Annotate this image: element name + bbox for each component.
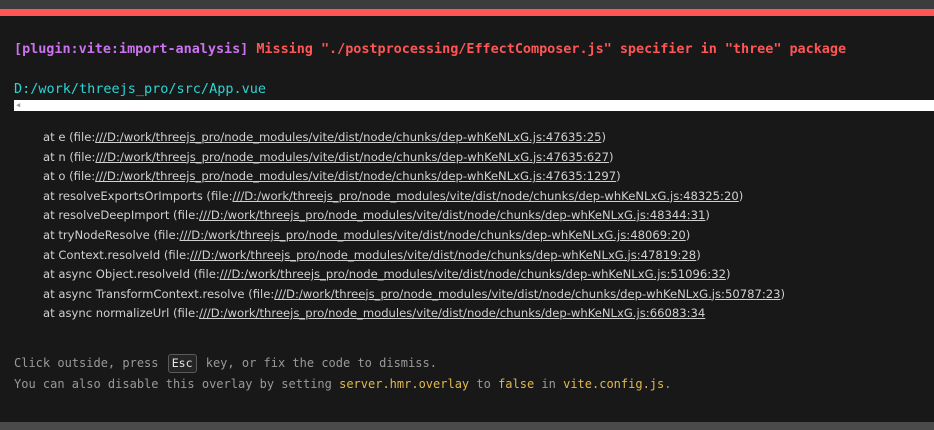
stack-frame-prefix: at n (file: — [43, 149, 96, 164]
error-message: [plugin:vite:import-analysis] Missing ".… — [14, 41, 846, 57]
stack-frame-prefix: at async normalizeUrl (file: — [43, 306, 200, 321]
stack-frame: at async normalizeUrl (file:///D:/work/t… — [43, 304, 785, 324]
stack-frame: at Context.resolveId (file:///D:/work/th… — [43, 246, 785, 266]
stack-frame-suffix: ) — [601, 130, 606, 144]
error-overlay-window: [plugin:vite:import-analysis] Missing ".… — [0, 0, 934, 422]
config-file-code: vite.config.js — [563, 377, 665, 391]
stack-frame-prefix: at o (file: — [43, 169, 96, 184]
config-value-code: false — [498, 377, 535, 391]
error-message-text: Missing "./postprocessing/EffectComposer… — [256, 41, 847, 57]
stack-frame-suffix: ) — [685, 227, 691, 242]
stack-frame-prefix: at Context.resolveId (file: — [43, 247, 190, 262]
config-key-code: server.hmr.overlay — [339, 377, 470, 391]
tip-text: in — [534, 377, 564, 391]
stack-frame: at resolveDeepImport (file:///D:/work/th… — [43, 206, 785, 226]
stack-frame-prefix: at tryNodeResolve (file: — [43, 227, 180, 242]
stack-frame-suffix: ) — [780, 286, 786, 301]
tip-text: to — [469, 377, 499, 391]
stack-frame-link[interactable]: ///D:/work/threejs_pro/node_modules/vite… — [220, 267, 726, 281]
dismiss-tip: Click outside, press Esc key, or fix the… — [14, 354, 437, 373]
error-plugin: [plugin:vite:import-analysis] — [14, 41, 249, 57]
caret-left-icon[interactable]: ◀ — [16, 100, 20, 111]
overlay-bottom-bar — [0, 422, 934, 430]
stack-trace: at e (file:///D:/work/threejs_pro/node_m… — [43, 128, 785, 324]
stack-frame-suffix: ) — [705, 208, 710, 223]
stack-frame-prefix: at e (file: — [43, 130, 96, 144]
error-file-link[interactable]: D:/work/threejs_pro/src/App.vue — [14, 81, 266, 97]
stack-frame-suffix: ) — [616, 169, 621, 184]
tip-text: You can also disable this overlay by set… — [14, 377, 340, 391]
error-accent-bar — [0, 9, 934, 16]
tip-text: . — [664, 377, 672, 391]
stack-frame: at async TransformContext.resolve (file:… — [43, 285, 785, 305]
stack-frame-suffix: ) — [696, 247, 701, 262]
stack-frame-prefix: at resolveExportsOrImports (file: — [43, 188, 233, 203]
disable-overlay-tip: You can also disable this overlay by set… — [14, 377, 671, 391]
esc-key: Esc — [167, 354, 197, 373]
stack-frame-link[interactable]: ///D:/work/threejs_pro/node_modules/vite… — [95, 169, 616, 183]
overlay-top-bar — [0, 0, 934, 9]
stack-frame: at n (file:///D:/work/threejs_pro/node_m… — [43, 148, 785, 168]
stack-frame-prefix: at resolveDeepImport (file: — [43, 208, 200, 223]
tip-text: key, or fix the code to dismiss. — [198, 356, 437, 370]
stack-frame: at e (file:///D:/work/threejs_pro/node_m… — [43, 128, 785, 148]
tip-text: Click outside, press — [14, 356, 166, 370]
stack-frame: at resolveExportsOrImports (file:///D:/w… — [43, 187, 785, 207]
stack-frame: at tryNodeResolve (file:///D:/work/three… — [43, 226, 785, 246]
stack-frame-prefix: at async Object.resolveId (file: — [43, 267, 220, 282]
stack-frame-link[interactable]: ///D:/work/threejs_pro/node_modules/vite… — [274, 287, 780, 301]
code-frame[interactable]: ◀ — [14, 100, 934, 111]
stack-frame-link[interactable]: ///D:/work/threejs_pro/node_modules/vite… — [233, 189, 739, 203]
stack-frame-suffix: ) — [609, 149, 614, 164]
stack-frame: at async Object.resolveId (file:///D:/wo… — [43, 265, 785, 285]
stack-frame-link[interactable]: ///D:/work/threejs_pro/node_modules/vite… — [199, 208, 705, 222]
stack-frame: at o (file:///D:/work/threejs_pro/node_m… — [43, 167, 785, 187]
stack-frame-link[interactable]: ///D:/work/threejs_pro/node_modules/vite… — [199, 306, 705, 320]
stack-frame-link[interactable]: ///D:/work/threejs_pro/node_modules/vite… — [95, 150, 609, 164]
stack-frame-link[interactable]: ///D:/work/threejs_pro/node_modules/vite… — [180, 228, 686, 242]
stack-frame-link[interactable]: ///D:/work/threejs_pro/node_modules/vite… — [190, 248, 696, 262]
stack-frame-prefix: at async TransformContext.resolve (file: — [43, 286, 275, 301]
stack-frame-suffix: ) — [738, 188, 744, 203]
stack-frame-suffix: ) — [725, 267, 731, 282]
stack-frame-link[interactable]: ///D:/work/threejs_pro/node_modules/vite… — [95, 130, 601, 144]
